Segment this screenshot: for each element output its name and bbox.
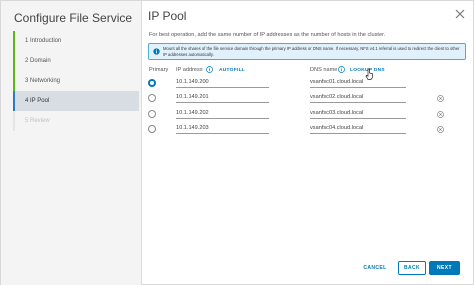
ip-address-input[interactable]: 10.1.149.201 bbox=[176, 92, 269, 103]
dns-name-column-header: DNS name bbox=[310, 67, 338, 73]
ip-pool-row: 10.1.149.201 vsanfsc02.cloud.local bbox=[143, 91, 474, 105]
info-icon[interactable] bbox=[206, 66, 213, 73]
info-icon[interactable] bbox=[338, 66, 345, 73]
remove-icon[interactable] bbox=[437, 126, 444, 133]
ip-pool-row: 10.1.149.203 vsanfsc04.cloud.local bbox=[143, 122, 474, 136]
page-description: For best operation, add the same number … bbox=[149, 32, 386, 38]
page-title: IP Pool bbox=[148, 9, 187, 23]
wizard-steps: 1 Introduction 2 Domain 3 Networking 4 I… bbox=[13, 31, 139, 131]
autofill-link[interactable]: AUTOFILL bbox=[219, 68, 245, 73]
ip-pool-row: 10.1.149.202 vsanfsc03.cloud.local bbox=[143, 107, 474, 121]
info-banner: Mount all the shares of the file service… bbox=[148, 43, 466, 60]
dns-name-input[interactable]: vsanfsc01.cloud.local bbox=[310, 77, 406, 88]
ip-address-column-header: IP address bbox=[176, 67, 203, 73]
step-ip-pool[interactable]: 4 IP Pool bbox=[13, 91, 139, 111]
ip-pool-row: 10.1.149.200 vsanfsc01.cloud.local bbox=[143, 76, 474, 90]
step-domain[interactable]: 2 Domain bbox=[13, 51, 139, 71]
back-button[interactable]: BACK bbox=[398, 261, 426, 275]
primary-radio[interactable] bbox=[148, 79, 156, 87]
wizard-content: IP Pool For best operation, add the same… bbox=[143, 1, 474, 285]
remove-icon[interactable] bbox=[437, 111, 444, 118]
dns-name-input[interactable]: vsanfsc03.cloud.local bbox=[310, 108, 406, 119]
wizard-title: Configure File Service bbox=[14, 11, 133, 25]
dns-name-input[interactable]: vsanfsc02.cloud.local bbox=[310, 92, 406, 103]
ip-address-input[interactable]: 10.1.149.202 bbox=[176, 108, 269, 119]
primary-radio[interactable] bbox=[148, 125, 156, 133]
ip-address-input[interactable]: 10.1.149.203 bbox=[176, 123, 269, 134]
wizard-sidebar: Configure File Service 1 Introduction 2 … bbox=[1, 1, 142, 285]
primary-radio[interactable] bbox=[148, 94, 156, 102]
cancel-button[interactable]: CANCEL bbox=[359, 261, 391, 275]
step-introduction[interactable]: 1 Introduction bbox=[13, 31, 139, 51]
step-networking[interactable]: 3 Networking bbox=[13, 71, 139, 91]
step-review: 5 Review bbox=[13, 111, 139, 131]
remove-icon[interactable] bbox=[437, 95, 444, 102]
configure-file-service-dialog: Configure File Service 1 Introduction 2 … bbox=[0, 0, 474, 285]
dns-name-input[interactable]: vsanfsc04.cloud.local bbox=[310, 123, 406, 134]
info-banner-text: Mount all the shares of the file service… bbox=[163, 46, 460, 57]
next-button[interactable]: NEXT bbox=[429, 261, 460, 275]
close-icon[interactable] bbox=[454, 8, 466, 20]
primary-column-header: Primary bbox=[149, 67, 169, 73]
info-icon bbox=[153, 48, 160, 55]
ip-address-input[interactable]: 10.1.149.200 bbox=[176, 77, 269, 88]
primary-radio[interactable] bbox=[148, 110, 156, 118]
